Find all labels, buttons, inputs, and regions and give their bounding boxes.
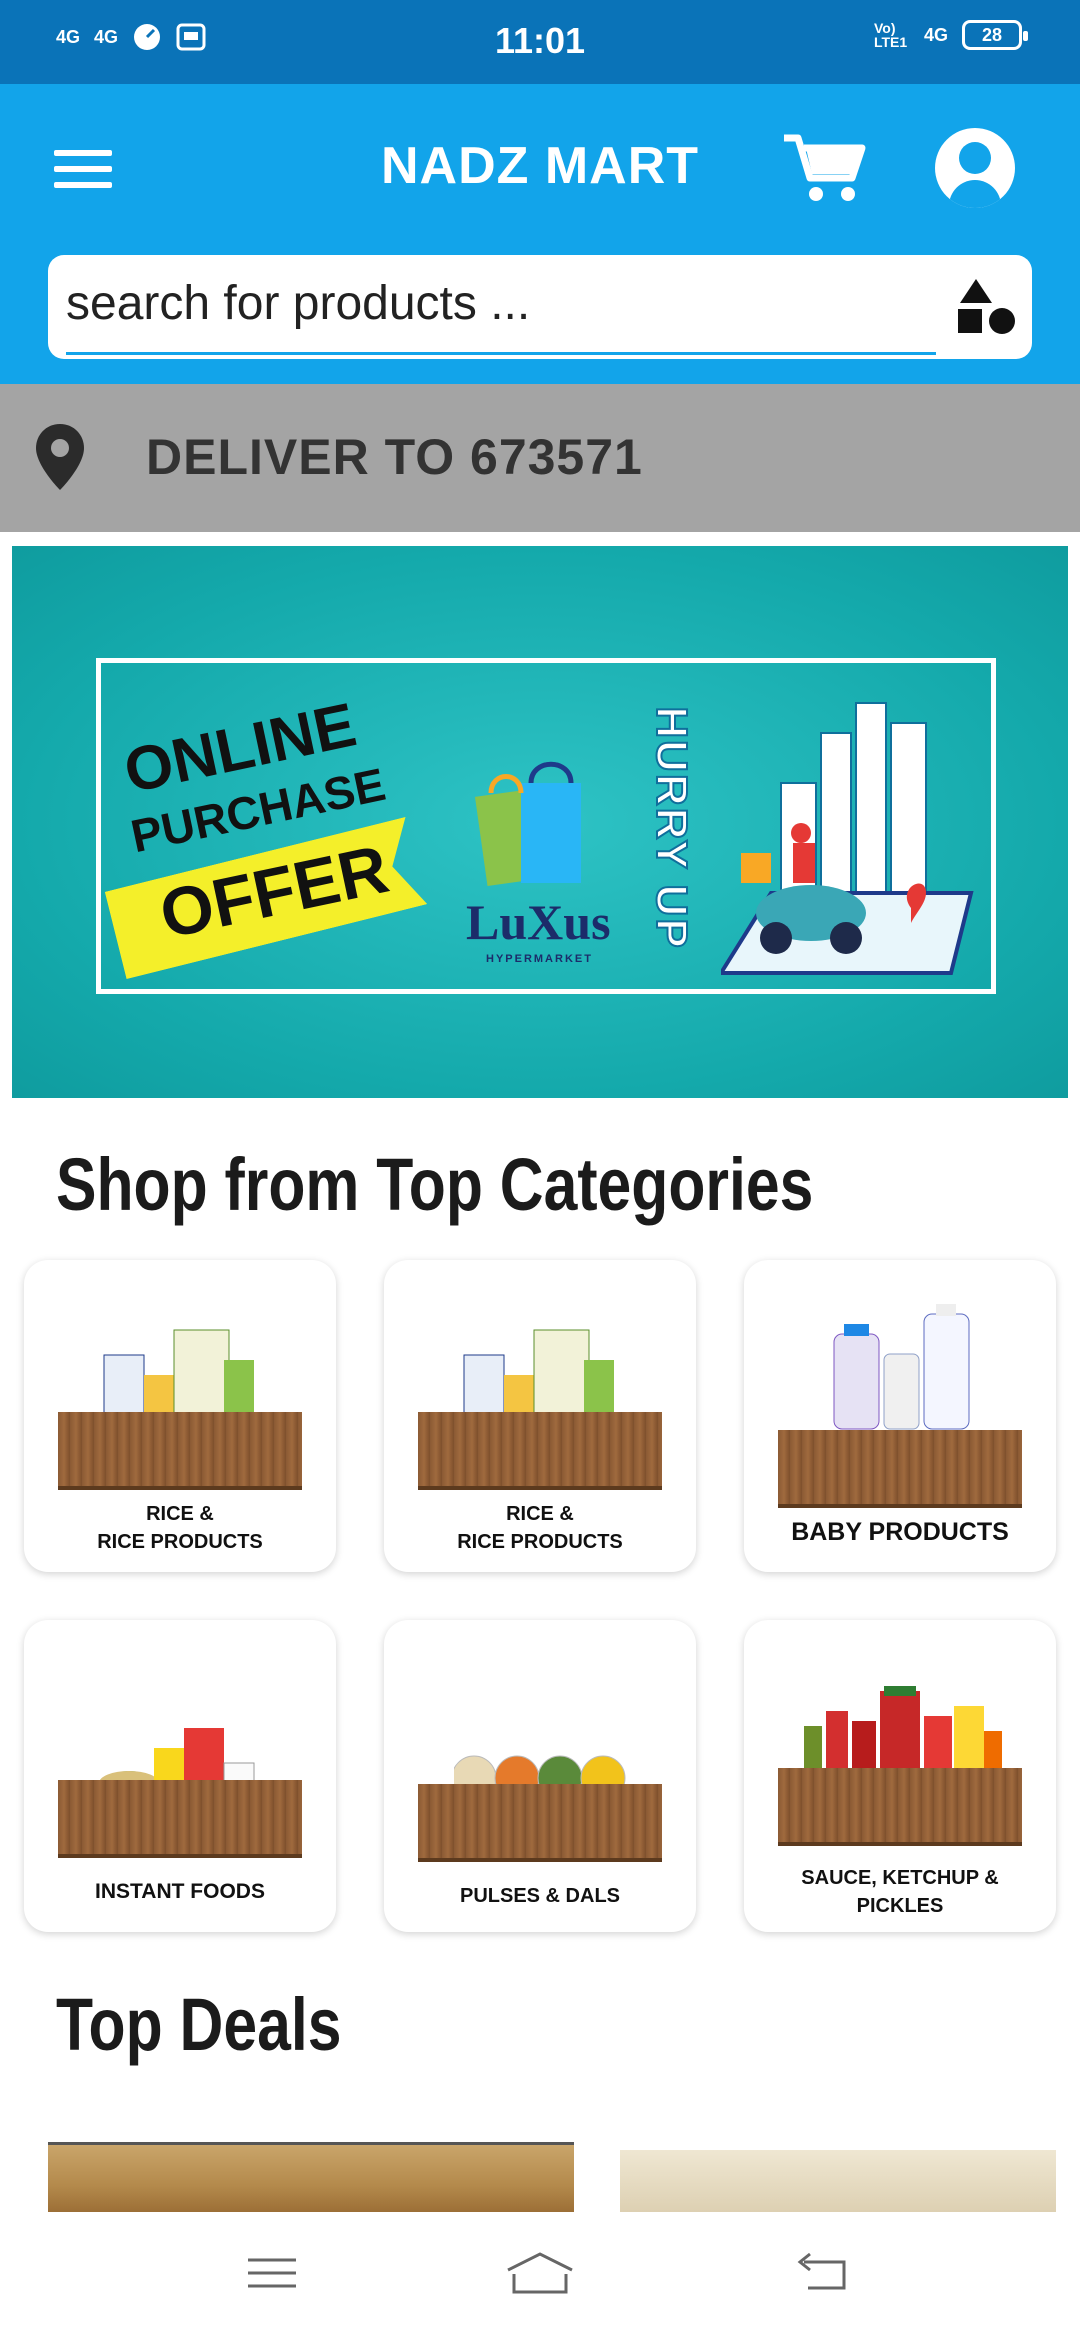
category-label: RICE & RICE PRODUCTS [97,1503,263,1553]
search-bar [48,255,1032,359]
system-nav-bar [0,2212,1080,2340]
category-card[interactable]: RICE & RICE PRODUCTS [384,1260,696,1572]
account-icon[interactable] [935,128,1015,208]
battery-indicator: 28 [962,20,1028,50]
delivery-location-text: DELIVER TO 673571 [146,429,643,485]
volte-label: Vo) LTE1 [873,20,908,50]
app-title: NADZ MART [380,137,700,195]
hurry-up-text: HURRY UP [646,705,697,950]
location-pin-icon [36,424,84,490]
categories-title: Shop from Top Categories [56,1143,814,1226]
search-input[interactable] [66,255,936,355]
deal-card[interactable] [48,2142,574,2212]
brand-name: LuXus [466,894,611,950]
category-label: SAUCE, KETCHUP & PICKLES [801,1867,999,1917]
category-card[interactable]: INSTANT FOODS [24,1620,336,1932]
promo-banner[interactable]: ONLINE PURCHASE OFFER LuXus HYPERMARKET … [12,546,1068,1098]
category-label: RICE & RICE PRODUCTS [457,1503,623,1553]
category-card[interactable]: RICE & RICE PRODUCTS [24,1260,336,1572]
category-card[interactable]: BABY PRODUCTS [744,1260,1056,1572]
category-label: INSTANT FOODS [95,1880,265,1903]
shopping-bags-icon [474,761,581,887]
delivery-scooter-illustration [721,702,974,975]
status-bar: 4G 4G 11:01 Vo) LTE1 4G 28 [0,0,1080,84]
deal-card[interactable] [620,2150,1056,2212]
home-icon[interactable] [504,2248,576,2298]
network-label: 4G [923,25,948,45]
back-icon[interactable] [794,2248,854,2298]
shapes-icon[interactable] [956,277,1016,337]
category-card[interactable]: PULSES & DALS [384,1620,696,1932]
status-right-icons: Vo) LTE1 4G 28 [873,20,1028,50]
app-bar: NADZ MART [0,84,1080,384]
brand-subtitle: HYPERMARKET [486,953,593,965]
top-deals-title: Top Deals [56,1983,342,2066]
cart-icon[interactable] [780,128,870,208]
recent-apps-icon[interactable] [242,2248,302,2298]
baby-products-image [833,1304,970,1430]
hurry-up-callout: HURRY UP [641,693,701,973]
delivery-location-bar[interactable]: DELIVER TO 673571 [0,384,1080,532]
category-label: PULSES & DALS [459,1885,621,1907]
category-card[interactable]: SAUCE, KETCHUP & PICKLES [744,1620,1056,1932]
category-label: BABY PRODUCTS [791,1518,1009,1546]
banner-frame: ONLINE PURCHASE OFFER LuXus HYPERMARKET … [96,658,996,994]
